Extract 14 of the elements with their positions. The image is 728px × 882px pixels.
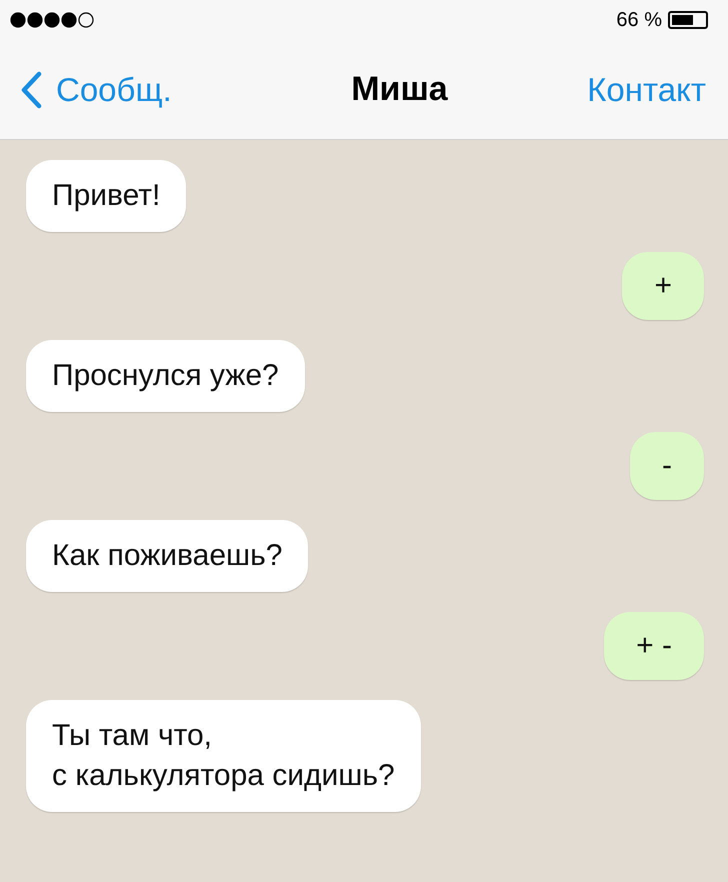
back-chevron-icon bbox=[20, 70, 42, 108]
battery-icon bbox=[668, 11, 708, 29]
incoming-message: Как поживаешь? bbox=[26, 520, 308, 592]
outgoing-message: - bbox=[630, 432, 704, 500]
chat-title: Миша bbox=[351, 70, 448, 109]
signal-icon bbox=[10, 12, 95, 28]
outgoing-message: + - bbox=[604, 612, 704, 680]
outgoing-message: + bbox=[622, 252, 704, 320]
incoming-message: Проснулся уже? bbox=[26, 340, 305, 412]
contact-button[interactable]: Контакт bbox=[587, 70, 706, 108]
battery-percent: 66 % bbox=[616, 8, 662, 32]
incoming-message: Привет! bbox=[26, 160, 186, 232]
incoming-message: Ты там что, с калькулятора сидишь? bbox=[26, 700, 421, 812]
back-button[interactable]: Сообщ. bbox=[20, 70, 172, 108]
